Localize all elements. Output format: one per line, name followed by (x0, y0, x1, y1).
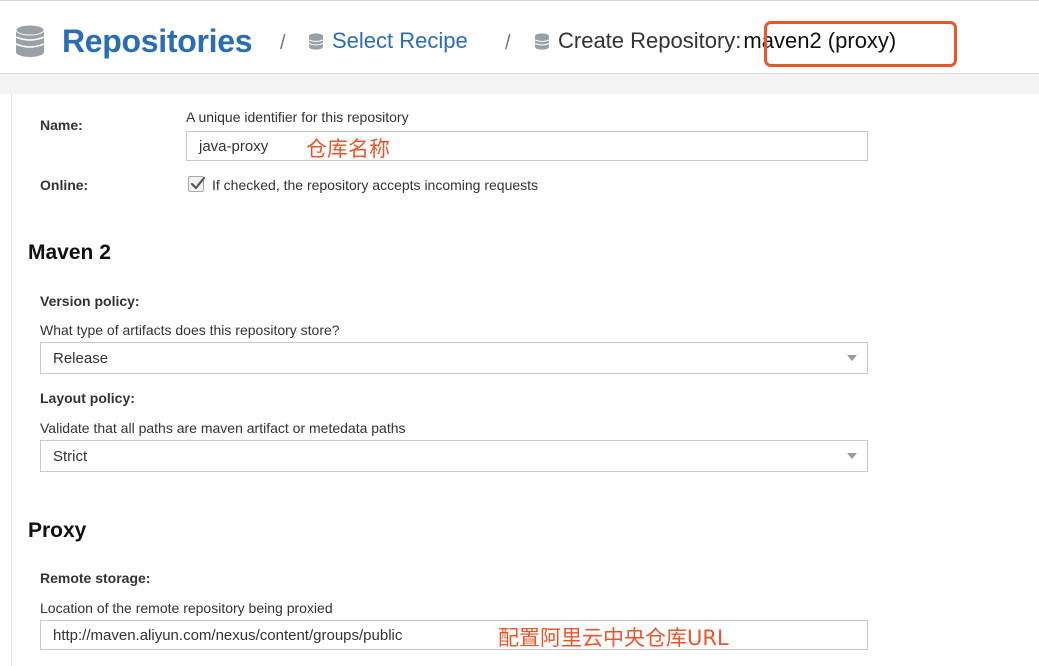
online-help: If checked, the repository accepts incom… (212, 177, 539, 193)
breadcrumb-create-label: Create Repository: (558, 28, 742, 53)
version-policy-label: Version policy: (40, 293, 140, 309)
name-label: Name: (40, 117, 83, 133)
format-highlight-box (764, 21, 957, 67)
remote-storage-help: Location of the remote repository being … (40, 600, 333, 616)
database-icon (15, 24, 45, 57)
proxy-section-title: Proxy (28, 519, 87, 542)
chevron-down-icon (847, 453, 857, 459)
online-checkbox[interactable] (188, 176, 206, 192)
version-policy-help: What type of artifacts does this reposit… (40, 322, 340, 338)
layout-policy-select[interactable]: Strict (40, 440, 868, 472)
online-label: Online: (40, 177, 89, 193)
remote-storage-input[interactable]: http://maven.aliyun.com/nexus/content/gr… (40, 620, 868, 650)
breadcrumb-select-recipe[interactable]: Select Recipe (308, 8, 468, 74)
maven-section-title: Maven 2 (28, 241, 111, 264)
annotation-repo-name: 仓库名称 (306, 137, 390, 161)
name-help: A unique identifier for this repository (186, 109, 409, 125)
name-value: java-proxy (199, 137, 269, 155)
database-icon (308, 32, 324, 50)
breadcrumb-repositories[interactable]: Repositories (14, 8, 253, 74)
breadcrumb-root-label: Repositories (62, 22, 253, 59)
version-policy-select[interactable]: Release (40, 342, 868, 374)
name-input[interactable]: java-proxy (186, 131, 868, 161)
top-accent-marks (205, 0, 245, 13)
top-divider (0, 0, 1039, 1)
database-icon (534, 32, 550, 50)
annotation-remote-url: 配置阿里云中央仓库URL (498, 626, 729, 650)
layout-policy-value: Strict (53, 447, 88, 465)
remote-storage-label: Remote storage: (40, 570, 151, 586)
chevron-down-icon (847, 355, 857, 361)
breadcrumb-separator: / (280, 32, 286, 54)
checkmark-icon (190, 176, 206, 190)
layout-policy-label: Layout policy: (40, 390, 135, 406)
breadcrumb-recipe-label: Select Recipe (332, 28, 468, 53)
version-policy-value: Release (53, 349, 109, 367)
remote-storage-value: http://maven.aliyun.com/nexus/content/gr… (53, 626, 403, 644)
breadcrumb-separator: / (505, 32, 511, 54)
layout-policy-help: Validate that all paths are maven artifa… (40, 420, 406, 436)
content-top-band (0, 74, 1039, 94)
